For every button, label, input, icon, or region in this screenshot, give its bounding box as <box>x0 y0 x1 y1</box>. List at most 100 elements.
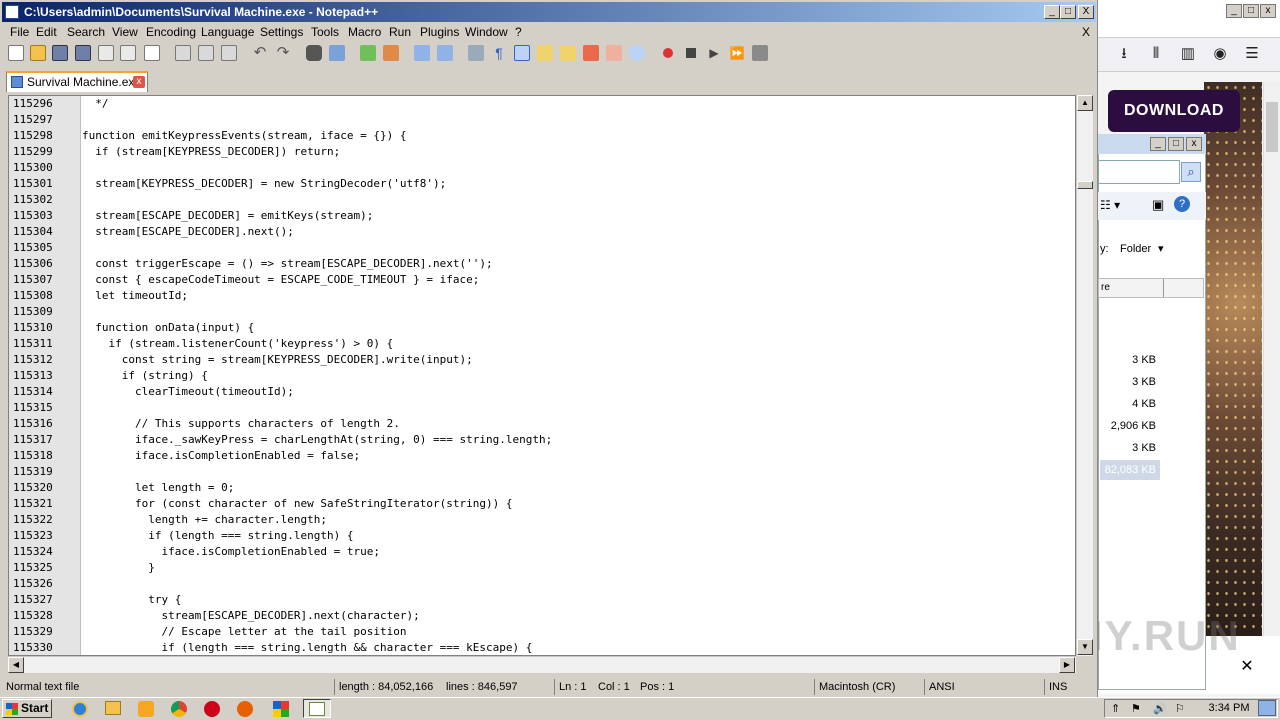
explorer-icon[interactable] <box>103 699 125 718</box>
code-line[interactable]: // This supports characters of length 2. <box>82 416 400 432</box>
tray-network-icon[interactable]: ⚐ <box>1175 702 1185 715</box>
menu-window[interactable]: Window <box>462 24 511 40</box>
stop-macro-icon[interactable] <box>683 45 699 61</box>
explorer-close-button[interactable]: x <box>1186 137 1202 151</box>
tab-survival-machine[interactable]: Survival Machine.exe x <box>6 71 148 92</box>
scroll-thumb[interactable] <box>1077 181 1093 189</box>
code-line[interactable]: iface.isCompletionEnabled = false; <box>82 448 360 464</box>
zoom-out-icon[interactable] <box>383 45 399 61</box>
sync-horizontal-icon[interactable] <box>437 45 453 61</box>
opera-icon[interactable] <box>202 699 224 718</box>
file-size-selected[interactable]: 82,083 KB <box>1100 460 1160 480</box>
library-icon[interactable]: ⫴ <box>1145 43 1167 65</box>
chrome-icon[interactable] <box>169 699 191 718</box>
menu-macro[interactable]: Macro <box>345 24 384 40</box>
code-line[interactable]: } <box>82 560 155 576</box>
download-button[interactable]: DOWNLOAD <box>1108 90 1240 132</box>
code-line[interactable]: // Escape letter at the tail position <box>82 624 406 640</box>
scroll-up-icon[interactable]: ▲ <box>1077 95 1093 111</box>
close-button[interactable]: X <box>1078 5 1094 19</box>
preview-pane-icon[interactable]: ▣ <box>1152 197 1164 213</box>
browser-close-button[interactable]: x <box>1260 4 1276 18</box>
menu-search[interactable]: Search <box>64 24 108 40</box>
minimize-button[interactable]: _ <box>1044 5 1060 19</box>
code-line[interactable]: if (stream.listenerCount('keypress') > 0… <box>82 336 393 352</box>
menu-file[interactable]: File <box>7 24 32 40</box>
code-line[interactable]: let length = 0; <box>82 480 234 496</box>
start-button[interactable]: Start <box>2 699 52 718</box>
word-wrap-icon[interactable] <box>468 45 484 61</box>
explorer-maximize-button[interactable]: □ <box>1168 137 1184 151</box>
tray-arrow-icon[interactable]: ⇑ <box>1111 702 1120 715</box>
new-file-icon[interactable] <box>8 45 24 61</box>
code-line[interactable]: let timeoutId; <box>82 288 188 304</box>
volume-icon[interactable]: 🔊 <box>1153 702 1167 715</box>
show-desktop-icon[interactable] <box>1258 700 1276 716</box>
cut-icon[interactable] <box>175 45 191 61</box>
code-line[interactable]: */ <box>82 96 108 112</box>
sidebar-icon[interactable]: ▥ <box>1177 43 1199 65</box>
menu-edit[interactable]: Edit <box>33 24 60 40</box>
code-line[interactable]: stream[ESCAPE_DECODER].next(character); <box>82 608 419 624</box>
code-line[interactable]: stream[KEYPRESS_DECODER] = new StringDec… <box>82 176 446 192</box>
code-line[interactable]: try { <box>82 592 181 608</box>
code-line[interactable]: length += character.length; <box>82 512 327 528</box>
code-line[interactable]: const string = stream[KEYPRESS_DECODER].… <box>82 352 473 368</box>
undo-icon[interactable]: ↶ <box>252 45 268 61</box>
code-line[interactable]: const { escapeCodeTimeout = ESCAPE_CODE_… <box>82 272 479 288</box>
show-all-chars-icon[interactable]: ¶ <box>491 45 507 61</box>
ie-icon[interactable] <box>70 699 92 718</box>
code-line[interactable]: iface._sawKeyPress = charLengthAt(string… <box>82 432 552 448</box>
firefox-icon[interactable] <box>235 699 257 718</box>
monitoring-icon[interactable] <box>629 45 645 61</box>
menu-view[interactable]: View <box>109 24 141 40</box>
maximize-button[interactable]: □ <box>1060 5 1076 19</box>
record-macro-icon[interactable] <box>660 45 676 61</box>
code-line[interactable]: if (stream[KEYPRESS_DECODER]) return; <box>82 144 340 160</box>
explorer-column-header[interactable]: re <box>1098 278 1204 298</box>
play-macro-icon[interactable]: ▶ <box>706 45 722 61</box>
browser-maximize-button[interactable]: □ <box>1243 4 1259 18</box>
code-line[interactable]: clearTimeout(timeoutId); <box>82 384 294 400</box>
scroll-down-icon[interactable]: ▼ <box>1077 639 1093 655</box>
scroll-right-icon[interactable]: ▶ <box>1059 657 1075 673</box>
hamburger-menu-icon[interactable]: ☰ <box>1241 43 1263 65</box>
open-file-icon[interactable] <box>30 45 46 61</box>
save-icon[interactable] <box>52 45 68 61</box>
folder-workspace-icon[interactable] <box>606 45 622 61</box>
code-line[interactable]: function emitKeypressEvents(stream, ifac… <box>82 128 407 144</box>
vertical-scrollbar[interactable]: ▲ ▼ <box>1076 95 1093 656</box>
downloads-icon[interactable]: ⭳ <box>1113 43 1135 65</box>
text-editor[interactable]: 115296 115297 115298 115299 115300 115301 1153… <box>8 95 1076 656</box>
code-line[interactable]: stream[ESCAPE_DECODER].next(); <box>82 224 294 240</box>
save-macro-icon[interactable] <box>752 45 768 61</box>
copy-icon[interactable] <box>198 45 214 61</box>
browser-minimize-button[interactable]: _ <box>1226 4 1242 18</box>
status-encoding[interactable]: ANSI <box>924 679 1044 695</box>
close-document-button[interactable]: X <box>1079 24 1093 40</box>
code-line[interactable]: if (string) { <box>82 368 208 384</box>
lang-udl-icon[interactable] <box>537 45 553 61</box>
explorer-search-input[interactable] <box>1098 160 1180 184</box>
function-list-icon[interactable] <box>583 45 599 61</box>
close-all-icon[interactable] <box>120 45 136 61</box>
status-eol[interactable]: Macintosh (CR) <box>814 679 924 695</box>
code-line[interactable]: if (length === string.length && characte… <box>82 640 532 655</box>
notepadpp-taskbar-button[interactable] <box>303 699 331 718</box>
sync-vertical-icon[interactable] <box>414 45 430 61</box>
views-icon[interactable]: ☷ ▾ <box>1100 198 1120 212</box>
find-icon[interactable] <box>306 45 322 61</box>
explorer-minimize-button[interactable]: _ <box>1150 137 1166 151</box>
menu-tools[interactable]: Tools <box>308 24 342 40</box>
code-line[interactable]: for (const character of new SafeStringIt… <box>82 496 513 512</box>
menu-encoding[interactable]: Encoding <box>143 24 199 40</box>
code-line[interactable]: const triggerEscape = () => stream[ESCAP… <box>82 256 492 272</box>
code-line[interactable]: function onData(input) { <box>82 320 254 336</box>
menu-language[interactable]: Language <box>198 24 257 40</box>
help-icon[interactable]: ? <box>1174 196 1190 212</box>
print-icon[interactable] <box>144 45 160 61</box>
account-icon[interactable]: ◉ <box>1209 43 1231 65</box>
explorer-sort-by[interactable]: y: Folder ▾ <box>1098 240 1206 260</box>
paste-icon[interactable] <box>221 45 237 61</box>
menu-settings[interactable]: Settings <box>257 24 306 40</box>
